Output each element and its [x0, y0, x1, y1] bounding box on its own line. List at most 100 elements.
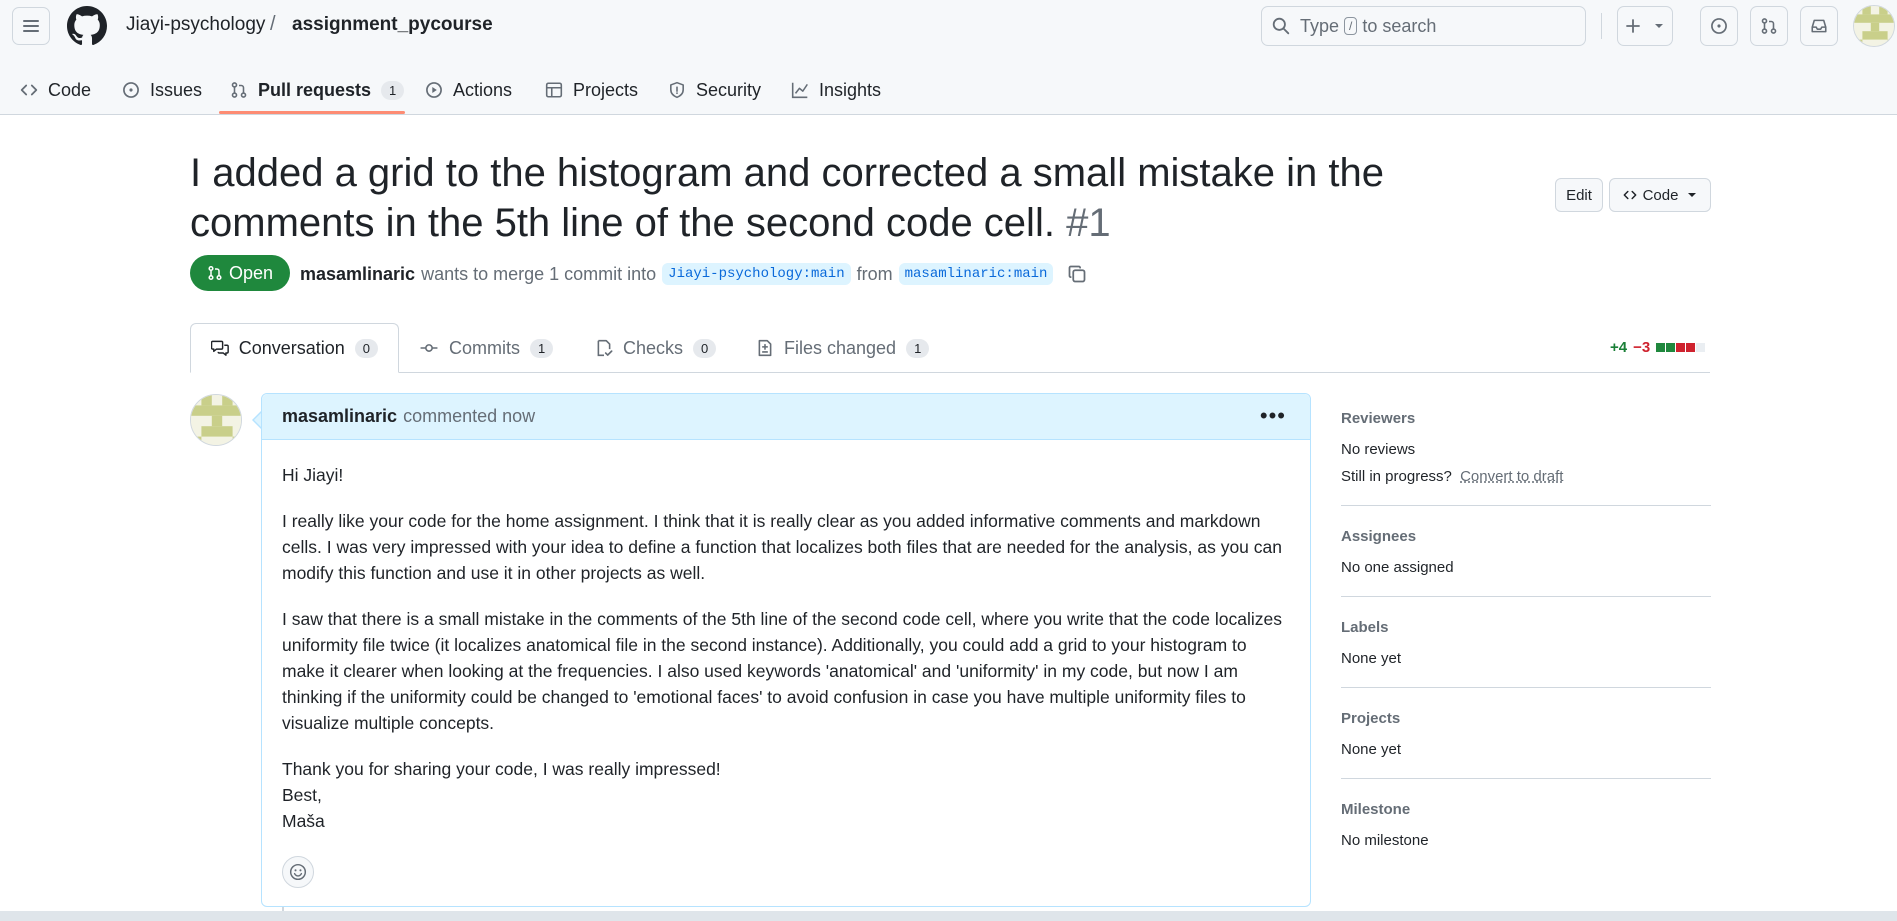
tab-commits-count: 1	[530, 338, 554, 358]
tab-conversation[interactable]: Conversation 0	[190, 323, 399, 373]
diff-block-deleted	[1676, 343, 1686, 352]
inbox-button[interactable]	[1800, 6, 1838, 46]
code-dropdown-label: Code	[1642, 186, 1679, 204]
menu-button[interactable]	[12, 7, 50, 45]
sidebar-progress-text: Still in progress?	[1341, 468, 1452, 485]
copy-icon[interactable]	[1067, 264, 1087, 284]
kebab-horizontal-icon[interactable]: •••	[1260, 405, 1286, 427]
comment-author[interactable]: masamlinaric	[282, 406, 397, 427]
tab-checks[interactable]: Checks 0	[575, 323, 736, 373]
nav-pull-requests-count: 1	[381, 80, 405, 100]
from-text: from	[856, 263, 893, 284]
pr-state-label: Open	[228, 262, 274, 283]
tab-files-changed-count: 1	[906, 338, 930, 358]
pr-state-badge: Open	[190, 255, 290, 291]
sidebar-milestone: Milestone No milestone	[1341, 801, 1711, 869]
diff-additions: +4	[1610, 339, 1628, 356]
pull-requests-button[interactable]	[1750, 6, 1788, 46]
comment-closing-line: Best,	[282, 785, 322, 805]
sidebar-labels-heading[interactable]: Labels	[1341, 619, 1711, 636]
sidebar-reviewers-value: No reviews	[1341, 441, 1416, 458]
tab-checks-label: Checks	[623, 337, 684, 358]
sidebar-assignees: Assignees No one assigned	[1341, 528, 1711, 597]
sidebar-projects: Projects None yet	[1341, 710, 1711, 779]
nav-projects[interactable]: Projects	[545, 66, 638, 114]
breadcrumb-separator: /	[270, 13, 276, 35]
nav-issues-label: Issues	[150, 79, 203, 100]
sidebar-milestone-heading[interactable]: Milestone	[1341, 801, 1711, 818]
plus-icon	[1626, 19, 1640, 33]
pull-request-icon	[231, 82, 247, 98]
nav-security[interactable]: Security	[668, 66, 761, 114]
inbox-icon	[1811, 19, 1827, 33]
merge-text: wants to merge 1 commit into	[421, 263, 657, 284]
comment-body: Hi Jiayi! I really like your code for th…	[282, 462, 1292, 834]
nav-insights[interactable]: Insights	[791, 66, 881, 114]
convert-to-draft-link[interactable]: Convert to draft	[1460, 468, 1563, 485]
comment-paragraph: Hi Jiayi!	[282, 465, 344, 485]
breadcrumb-repo[interactable]: assignment_pycourse	[292, 14, 493, 36]
diff-block-added	[1666, 343, 1676, 352]
sidebar-assignees-heading[interactable]: Assignees	[1341, 528, 1711, 545]
tab-files-changed[interactable]: Files changed 1	[736, 323, 949, 373]
comment-card: masamlinaric commented now ••• Hi Jiayi!…	[261, 393, 1311, 907]
comment-paragraph: I really like your code for the home ass…	[282, 511, 1282, 583]
nav-actions-label: Actions	[453, 79, 513, 100]
nav-pull-requests[interactable]: Pull requests 1	[230, 66, 405, 114]
sidebar-projects-value: None yet	[1341, 741, 1402, 758]
pr-author-link[interactable]: masamlinaric	[300, 264, 415, 285]
issues-button[interactable]	[1700, 6, 1738, 46]
nav-active-indicator	[219, 111, 405, 114]
sidebar-projects-heading[interactable]: Projects	[1341, 710, 1711, 727]
git-pull-request-icon	[1761, 18, 1777, 34]
play-icon	[426, 82, 442, 98]
nav-pull-requests-label: Pull requests	[258, 79, 372, 100]
sidebar-draft-row: Still in progress? Convert to draft	[1341, 468, 1711, 485]
search-icon	[1272, 17, 1290, 35]
git-pull-request-icon	[208, 265, 222, 281]
issue-opened-icon	[1711, 18, 1727, 34]
sidebar-assignees-value: No one assigned	[1341, 559, 1454, 576]
add-reaction-button[interactable]	[282, 856, 314, 888]
tab-commits[interactable]: Commits 1	[399, 323, 573, 373]
nav-security-label: Security	[696, 79, 762, 100]
nav-code[interactable]: Code	[20, 66, 91, 114]
sidebar-milestone-value: No milestone	[1341, 832, 1429, 849]
diff-block-added	[1656, 343, 1666, 352]
triangle-down-icon	[1688, 193, 1697, 197]
nav-issues[interactable]: Issues	[122, 66, 202, 114]
comment-author-avatar[interactable]	[190, 394, 242, 446]
global-header: Jiayi-psychology / assignment_pycourse T…	[0, 0, 1897, 115]
code-icon	[20, 84, 38, 96]
comment-closing-line: Maša	[282, 811, 325, 831]
diff-block-neutral	[1696, 343, 1706, 352]
edit-title-button[interactable]: Edit	[1555, 178, 1603, 212]
sidebar-labels-value: None yet	[1341, 650, 1402, 667]
comment-meta[interactable]: commented now	[403, 406, 535, 427]
search-prefix: Type	[1300, 15, 1340, 36]
pr-number: #1	[1066, 201, 1111, 245]
sidebar-reviewers-heading[interactable]: Reviewers	[1341, 410, 1711, 427]
search-suffix: to search	[1362, 15, 1437, 36]
user-avatar[interactable]	[1853, 5, 1895, 47]
comment-closing-line: Thank you for sharing your code, I was r…	[282, 759, 721, 779]
tab-conversation-count: 0	[354, 338, 378, 358]
pr-sidebar: Reviewers No reviews Still in progress? …	[1341, 410, 1711, 891]
nav-projects-label: Projects	[573, 79, 639, 100]
checklist-icon	[597, 339, 613, 357]
search-input[interactable]: Type / to search	[1261, 6, 1586, 46]
tab-conversation-label: Conversation	[238, 337, 345, 358]
nav-actions[interactable]: Actions	[425, 66, 512, 114]
base-branch[interactable]: Jiayi-psychology:main	[662, 263, 851, 285]
code-dropdown-button[interactable]: Code	[1609, 178, 1711, 212]
breadcrumb-owner[interactable]: Jiayi-psychology	[126, 14, 265, 36]
sidebar-reviewers: Reviewers No reviews Still in progress? …	[1341, 410, 1711, 506]
commit-icon	[420, 344, 438, 352]
github-logo-icon[interactable]	[67, 6, 107, 46]
tab-commits-label: Commits	[449, 337, 520, 358]
search-shortcut-key: /	[1344, 17, 1358, 35]
create-new-button[interactable]	[1617, 6, 1673, 46]
comment-header: masamlinaric commented now •••	[262, 394, 1310, 440]
head-branch[interactable]: masamlinaric:main	[898, 263, 1054, 285]
diffstat: +4 −3	[1610, 339, 1706, 356]
